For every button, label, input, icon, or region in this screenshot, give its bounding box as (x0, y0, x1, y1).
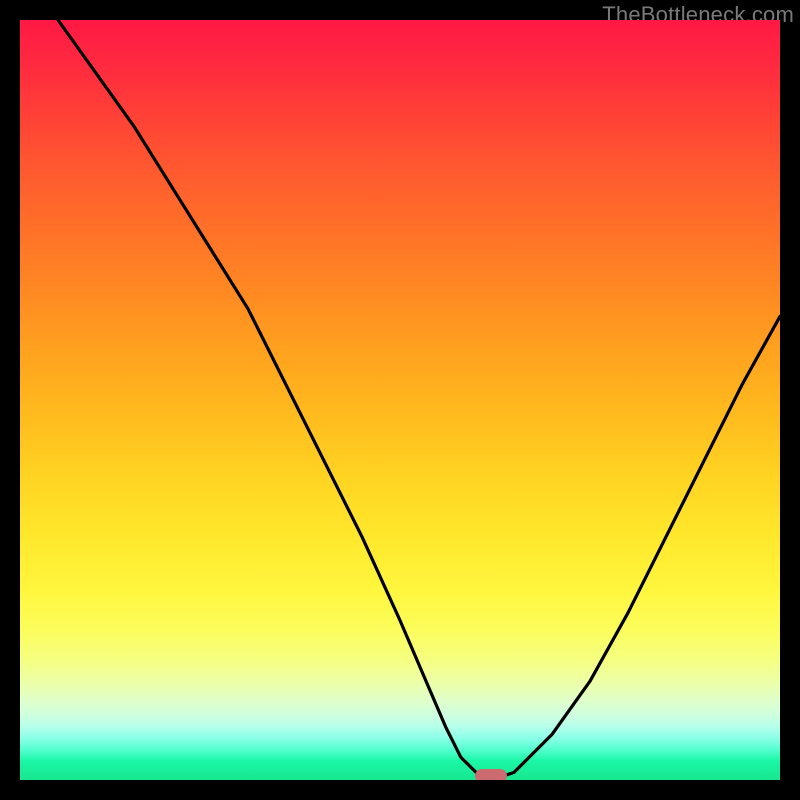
plot-area (20, 20, 780, 780)
optimal-marker (475, 769, 507, 780)
bottleneck-curve (20, 20, 780, 780)
chart-frame: TheBottleneck.com (0, 0, 800, 800)
